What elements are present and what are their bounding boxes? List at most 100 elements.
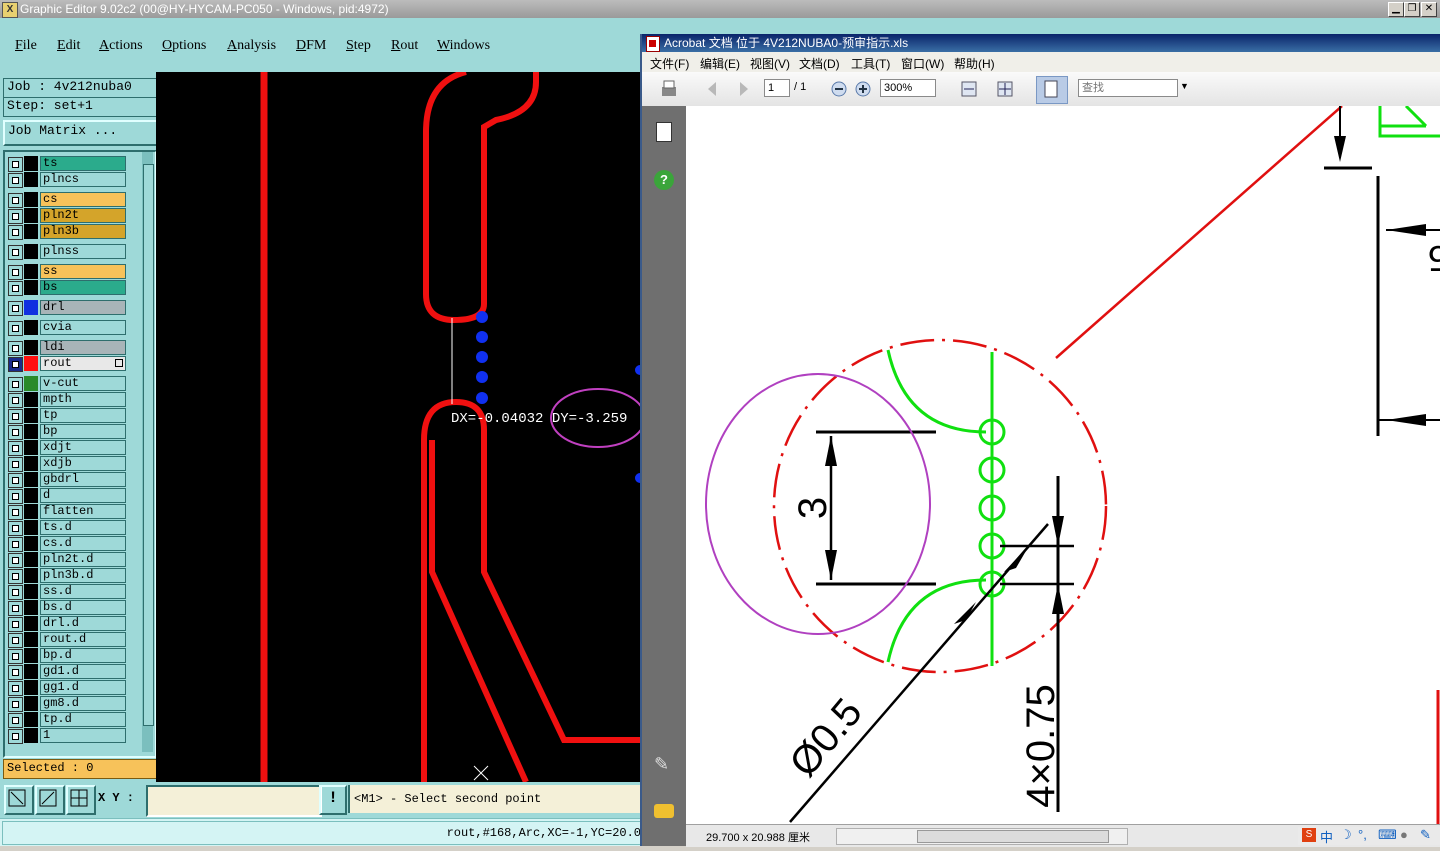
- layer-row-flatten[interactable]: flatten: [8, 504, 126, 520]
- layer-color-swatch[interactable]: [24, 408, 38, 423]
- layer-row-rout.d[interactable]: rout.d: [8, 632, 126, 648]
- layer-checkbox[interactable]: [8, 553, 23, 568]
- exclamation-button[interactable]: !: [319, 785, 347, 815]
- layer-color-swatch[interactable]: [24, 680, 38, 695]
- layer-color-swatch[interactable]: [24, 664, 38, 679]
- layer-color-swatch[interactable]: [24, 440, 38, 455]
- layer-name[interactable]: bp: [40, 424, 126, 439]
- amenu-file[interactable]: 文件(F): [650, 55, 689, 72]
- layer-name[interactable]: rout.d: [40, 632, 126, 647]
- layer-name[interactable]: gbdrl: [40, 472, 126, 487]
- layer-checkbox[interactable]: [8, 505, 23, 520]
- layer-name[interactable]: v-cut: [40, 376, 126, 391]
- layer-color-swatch[interactable]: [24, 552, 38, 567]
- layer-checkbox[interactable]: [8, 633, 23, 648]
- menu-actions[interactable]: Actions: [99, 38, 143, 54]
- layer-name[interactable]: gg1.d: [40, 680, 126, 695]
- layer-name[interactable]: gm8.d: [40, 696, 126, 711]
- layer-row-pln3b[interactable]: pln3b: [8, 224, 126, 240]
- layer-checkbox[interactable]: [8, 209, 23, 224]
- layer-row-plncs[interactable]: plncs: [8, 172, 126, 188]
- moon-icon[interactable]: ☽: [1340, 827, 1352, 843]
- fit-page-icon[interactable]: [994, 78, 1016, 100]
- layer-color-swatch[interactable]: [24, 456, 38, 471]
- layer-name[interactable]: pln3b.d: [40, 568, 126, 583]
- layer-name[interactable]: xdjb: [40, 456, 126, 471]
- layer-row-d[interactable]: d: [8, 488, 126, 504]
- layer-row-bp.d[interactable]: bp.d: [8, 648, 126, 664]
- layer-row-v-cut[interactable]: v-cut: [8, 376, 126, 392]
- help-icon[interactable]: ?: [654, 170, 674, 190]
- layer-color-swatch[interactable]: [24, 320, 38, 335]
- layer-color-swatch[interactable]: [24, 340, 38, 355]
- layer-name[interactable]: cs.d: [40, 536, 126, 551]
- restore-icon[interactable]: ❐: [1404, 2, 1420, 17]
- layer-color-swatch[interactable]: [24, 300, 38, 315]
- wrench-icon[interactable]: ✎: [1420, 827, 1431, 843]
- amenu-document[interactable]: 文档(D): [799, 55, 840, 72]
- grid-snap-icon[interactable]: [66, 785, 96, 815]
- job-matrix-button[interactable]: Job Matrix ...: [3, 120, 158, 146]
- layer-name[interactable]: d: [40, 488, 126, 503]
- layer-color-swatch[interactable]: [24, 192, 38, 207]
- layer-row-gd1.d[interactable]: gd1.d: [8, 664, 126, 680]
- menu-windows[interactable]: Windows: [437, 38, 490, 54]
- search-input[interactable]: [1078, 79, 1178, 97]
- layer-checkbox[interactable]: [8, 301, 23, 316]
- layer-row-bp[interactable]: bp: [8, 424, 126, 440]
- layer-checkbox[interactable]: [8, 245, 23, 260]
- layer-color-swatch[interactable]: [24, 264, 38, 279]
- layer-name[interactable]: mpth: [40, 392, 126, 407]
- layer-color-swatch[interactable]: [24, 568, 38, 583]
- layer-name[interactable]: plnss: [40, 244, 126, 259]
- layer-color-swatch[interactable]: [24, 488, 38, 503]
- layer-row-rout[interactable]: rout: [8, 356, 126, 372]
- single-page-icon[interactable]: [1036, 76, 1068, 104]
- layer-color-swatch[interactable]: [24, 280, 38, 295]
- layer-name[interactable]: 1: [40, 728, 126, 743]
- layer-checkbox[interactable]: [8, 697, 23, 712]
- layer-row-cs.d[interactable]: cs.d: [8, 536, 126, 552]
- menu-options[interactable]: Options: [162, 38, 206, 54]
- zoom-select[interactable]: [880, 79, 936, 97]
- layer-checkbox[interactable]: [8, 265, 23, 280]
- layer-name[interactable]: ldi: [40, 340, 126, 355]
- layer-name[interactable]: cs: [40, 192, 126, 207]
- pdf-document-view[interactable]: 15 3 4×0.75: [686, 106, 1440, 826]
- layer-color-swatch[interactable]: [24, 356, 38, 371]
- layer-color-swatch[interactable]: [24, 208, 38, 223]
- layer-checkbox[interactable]: [8, 341, 23, 356]
- layer-row-pln2t.d[interactable]: pln2t.d: [8, 552, 126, 568]
- layer-checkbox[interactable]: [8, 585, 23, 600]
- page-number-input[interactable]: [764, 79, 790, 97]
- layer-row-gg1.d[interactable]: gg1.d: [8, 680, 126, 696]
- layer-name[interactable]: gd1.d: [40, 664, 126, 679]
- layer-name[interactable]: bs: [40, 280, 126, 295]
- layer-checkbox[interactable]: [8, 729, 23, 744]
- layer-color-swatch[interactable]: [24, 504, 38, 519]
- layer-checkbox[interactable]: [8, 681, 23, 696]
- minimize-icon[interactable]: ▁: [1388, 2, 1404, 17]
- layer-name[interactable]: ts: [40, 156, 126, 171]
- punctuation-icon[interactable]: °,: [1358, 827, 1367, 842]
- layer-checkbox[interactable]: [8, 393, 23, 408]
- layer-name[interactable]: flatten: [40, 504, 126, 519]
- menu-dfm[interactable]: DFM: [296, 38, 326, 54]
- layer-checkbox[interactable]: [8, 193, 23, 208]
- layer-name[interactable]: drl.d: [40, 616, 126, 631]
- layer-row-drl[interactable]: drl: [8, 300, 126, 316]
- layer-row-1[interactable]: 1: [8, 728, 126, 744]
- layer-color-swatch[interactable]: [24, 244, 38, 259]
- layer-color-swatch[interactable]: [24, 616, 38, 631]
- layer-row-pln2t[interactable]: pln2t: [8, 208, 126, 224]
- layer-row-tp.d[interactable]: tp.d: [8, 712, 126, 728]
- layer-row-plnss[interactable]: plnss: [8, 244, 126, 260]
- menu-rout[interactable]: Rout: [391, 38, 418, 54]
- menu-analysis[interactable]: Analysis: [227, 38, 276, 54]
- layer-color-swatch[interactable]: [24, 156, 38, 171]
- comments-icon[interactable]: [654, 804, 674, 818]
- layer-checkbox[interactable]: [8, 377, 23, 392]
- amenu-help[interactable]: 帮助(H): [954, 55, 995, 72]
- user-icon[interactable]: ●: [1400, 827, 1408, 842]
- amenu-edit[interactable]: 编辑(E): [700, 55, 740, 72]
